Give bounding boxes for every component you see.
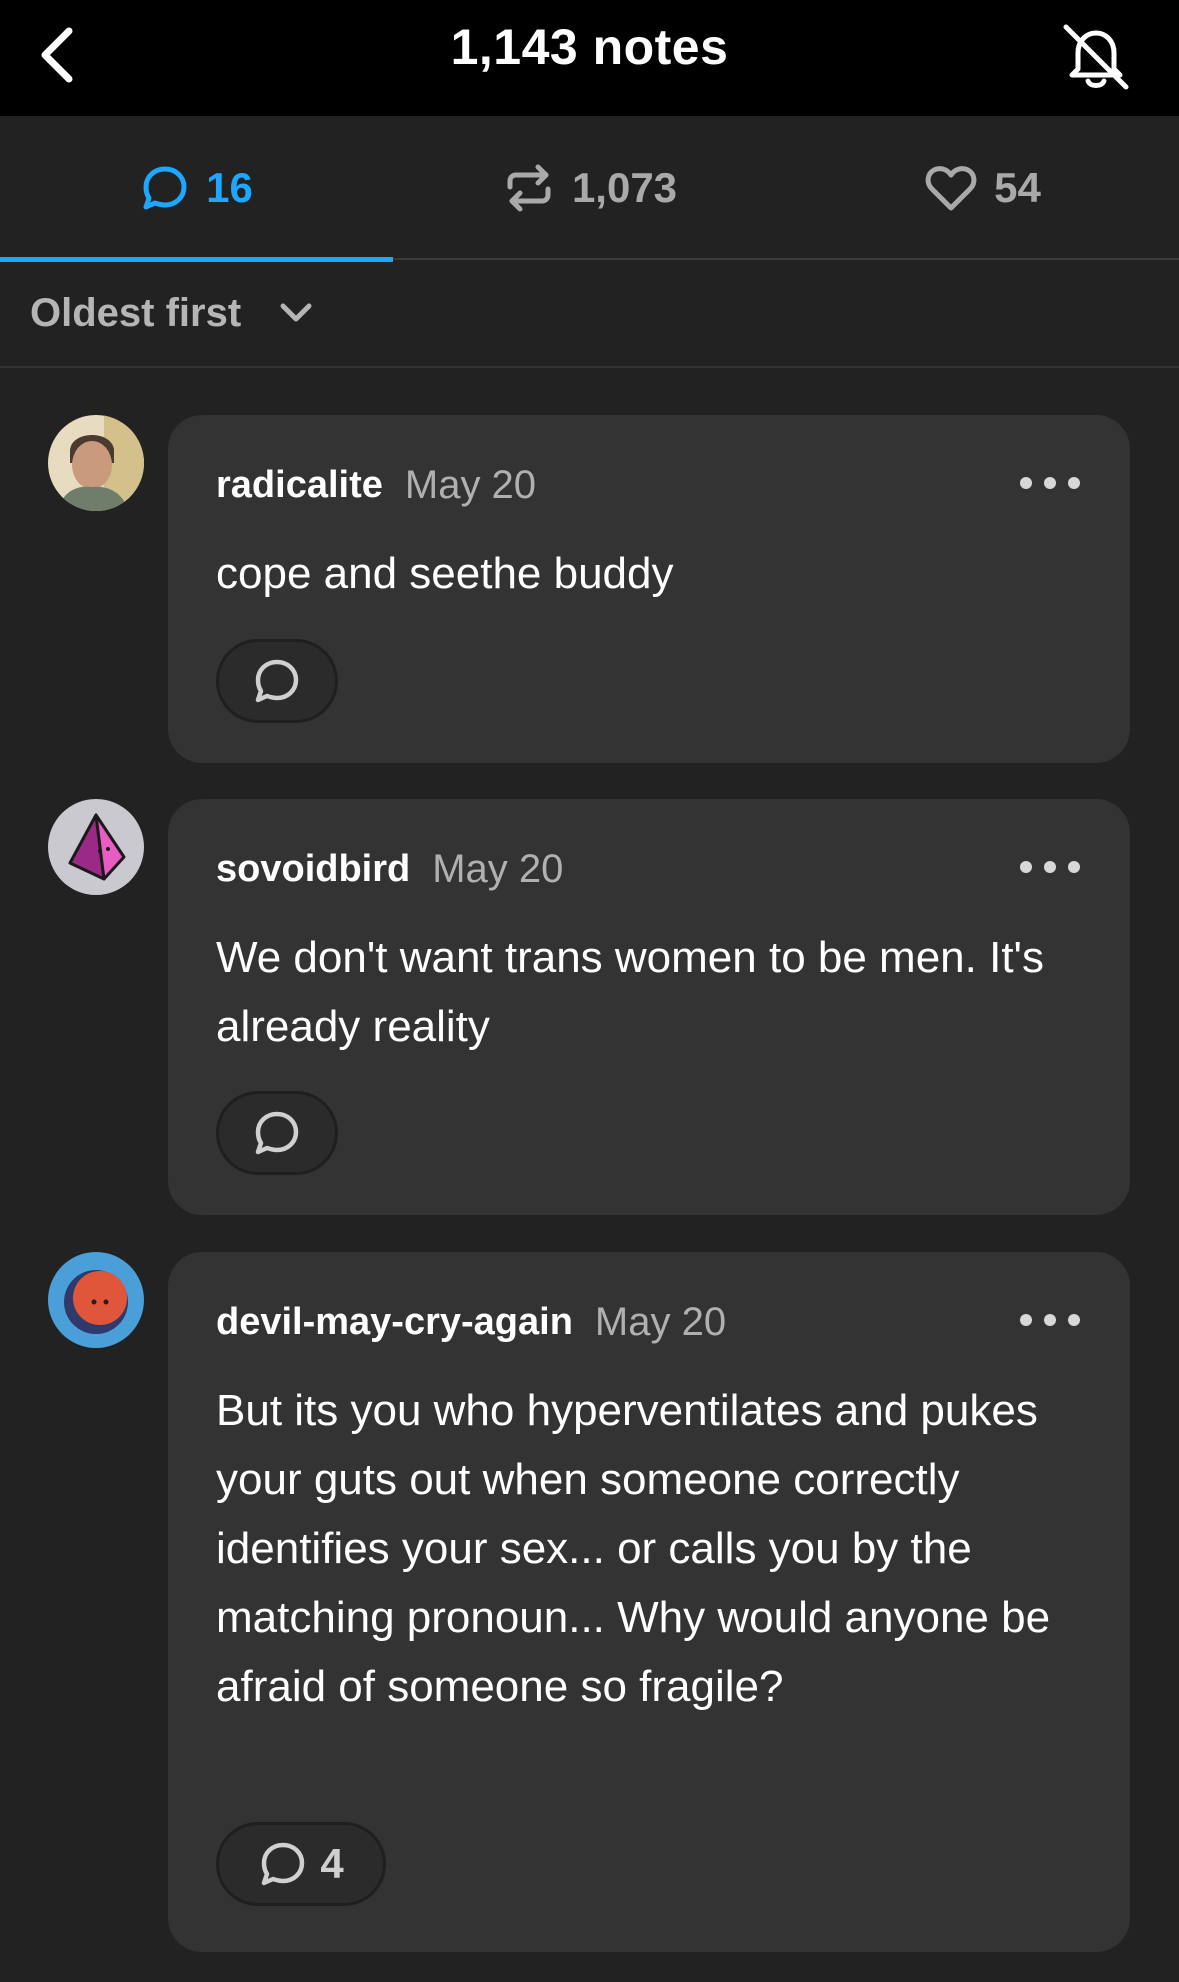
notes-tabs: 16 1,073 54	[0, 116, 1179, 262]
dot	[1068, 1314, 1080, 1326]
reblog-icon	[507, 164, 551, 212]
note-card: radicalite May 20 cope and seethe buddy	[168, 415, 1130, 763]
username-link[interactable]: radicalite	[216, 464, 383, 507]
user-avatar-pyramid	[48, 799, 144, 895]
replies-count: 16	[206, 164, 253, 211]
chevron-down-icon	[280, 303, 312, 322]
comment-icon	[255, 1111, 299, 1155]
avatar[interactable]	[48, 415, 144, 511]
more-options-button[interactable]	[1020, 1300, 1080, 1340]
username-link[interactable]: devil-may-cry-again	[216, 1301, 573, 1344]
dot	[1044, 861, 1056, 873]
page-title: 1,143 notes	[450, 19, 729, 75]
reply-button[interactable]: 4	[216, 1822, 386, 1906]
note-date: May 20	[594, 1299, 727, 1344]
reply-button[interactable]	[216, 639, 338, 723]
note-header: sovoidbird May 20	[216, 841, 1082, 897]
dot	[1068, 477, 1080, 489]
avatar[interactable]	[48, 799, 144, 895]
notifications-toggle-button[interactable]	[1053, 14, 1139, 100]
more-options-button[interactable]	[1020, 463, 1080, 503]
reply-count: 4	[320, 1840, 344, 1887]
note-text: cope and seethe buddy	[216, 549, 674, 598]
dot	[1020, 1314, 1032, 1326]
tab-reblogs[interactable]: 1,073	[393, 116, 786, 260]
heart-icon	[925, 166, 977, 211]
note-text: We don't want trans women to be men. It'…	[216, 933, 1044, 1051]
note-card: sovoidbird May 20 We don't want trans wo…	[168, 799, 1130, 1215]
comment-icon	[262, 1842, 305, 1886]
dot	[1020, 477, 1032, 489]
dot	[1068, 861, 1080, 873]
note-header: radicalite May 20	[216, 457, 1082, 513]
sort-label: Oldest first	[30, 290, 242, 335]
username-link[interactable]: sovoidbird	[216, 848, 410, 891]
reply-button[interactable]	[216, 1091, 338, 1175]
tab-likes[interactable]: 54	[786, 116, 1179, 260]
top-bar: 1,143 notes	[0, 0, 1179, 116]
sort-dropdown[interactable]: Oldest first	[0, 260, 1179, 368]
bell-off-icon	[1063, 24, 1129, 90]
tab-replies[interactable]: 16	[0, 116, 393, 262]
user-avatar-moon	[48, 1252, 144, 1348]
user-avatar-portrait	[48, 415, 144, 511]
dot	[1020, 861, 1032, 873]
note-card: devil-may-cry-again May 20 But its you w…	[168, 1252, 1130, 1952]
more-options-button[interactable]	[1020, 847, 1080, 887]
dot	[1044, 477, 1056, 489]
comment-icon	[255, 659, 299, 703]
likes-count: 54	[994, 164, 1041, 211]
reblogs-count: 1,073	[571, 164, 678, 211]
note-text: But its you who hyperventilates and puke…	[216, 1386, 1051, 1711]
avatar[interactable]	[48, 1252, 144, 1348]
comment-icon	[143, 166, 187, 210]
dot	[1044, 1314, 1056, 1326]
note-header: devil-may-cry-again May 20	[216, 1294, 1082, 1350]
note-date: May 20	[432, 846, 564, 891]
note-date: May 20	[404, 462, 537, 507]
